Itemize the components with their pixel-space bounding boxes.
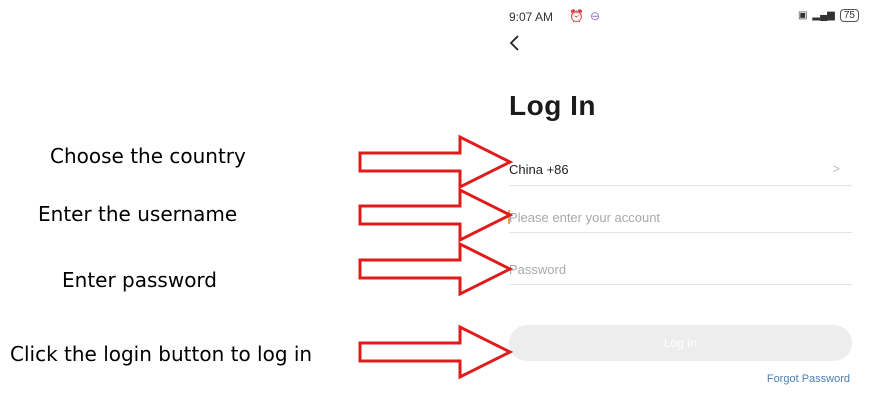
- battery-icon: 75: [839, 9, 859, 22]
- annotation-enter-password: Enter password: [62, 268, 217, 292]
- annotation-click-login: Click the login button to log in: [10, 342, 313, 366]
- account-input[interactable]: [509, 206, 839, 228]
- alarm-icon: ⏰: [569, 9, 584, 23]
- status-left-icons: ⏰ ⊖: [569, 9, 600, 23]
- country-value: China +86: [509, 162, 569, 177]
- page-title: Log In: [509, 90, 596, 121]
- chevron-right-icon: >: [832, 161, 840, 176]
- password-input[interactable]: [509, 258, 839, 280]
- password-field-row: [509, 254, 852, 285]
- arrow-password: [358, 241, 514, 297]
- status-bar: 9:07 AM ⏰ ⊖ ▣ ▂▄▆ 75: [509, 8, 859, 26]
- back-icon[interactable]: [506, 31, 526, 55]
- phone-screen: 9:07 AM ⏰ ⊖ ▣ ▂▄▆ 75 Log In China +86 > …: [500, 0, 869, 409]
- annotation-choose-country: Choose the country: [50, 144, 246, 168]
- account-field-row: [508, 202, 852, 233]
- status-time: 9:07 AM: [509, 10, 554, 24]
- annotation-enter-username: Enter the username: [38, 202, 238, 226]
- battery-level: 75: [843, 10, 855, 21]
- arrow-country: [358, 134, 514, 190]
- forgot-password-link[interactable]: Forgot Password: [767, 373, 850, 385]
- country-selector[interactable]: China +86 >: [509, 155, 852, 186]
- sim-icon: ▣: [797, 10, 808, 21]
- signal-icon: ▂▄▆: [812, 10, 835, 21]
- notification-icon: ⊖: [589, 9, 601, 23]
- status-right-icons: ▣ ▂▄▆ 75: [798, 9, 859, 22]
- arrow-login: [358, 324, 514, 380]
- login-button[interactable]: Log In: [509, 325, 852, 361]
- arrow-username: [358, 187, 514, 243]
